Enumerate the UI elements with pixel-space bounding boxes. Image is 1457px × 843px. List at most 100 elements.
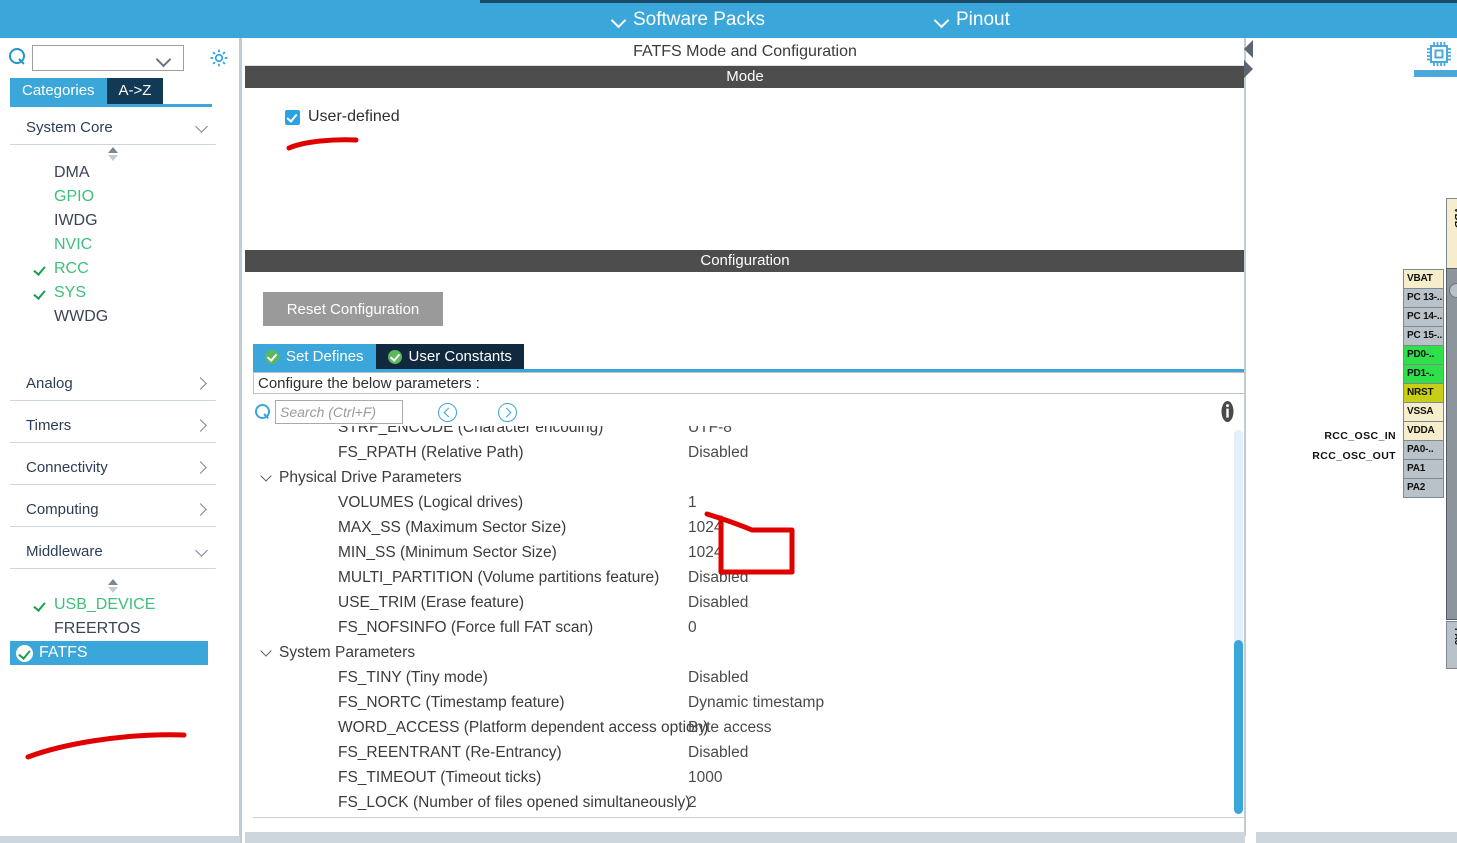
- param-name: FS_RPATH (Relative Path): [338, 443, 524, 461]
- gear-icon[interactable]: [209, 48, 229, 68]
- pin-pa0[interactable]: PA0-..: [1403, 440, 1444, 460]
- category-header-system-core[interactable]: System Core: [10, 111, 216, 145]
- chevron-down-icon: [196, 122, 208, 134]
- chevron-down-icon: [935, 14, 948, 27]
- sidebar-item-fatfs[interactable]: FATFS: [10, 641, 208, 665]
- tab-a-to-z[interactable]: A->Z: [106, 78, 164, 104]
- search-input[interactable]: [275, 400, 403, 424]
- table-row[interactable]: VOLUMES (Logical drives) 1: [253, 490, 1228, 515]
- configuration-section-header: Configuration: [245, 250, 1245, 272]
- check-icon: [34, 599, 49, 611]
- chevron-right-icon: [196, 504, 208, 516]
- table-row[interactable]: WORD_ACCESS (Platform dependent access o…: [253, 715, 1228, 740]
- page-title: FATFS Mode and Configuration: [245, 38, 1245, 66]
- pin-vdd[interactable]: VDD: [1446, 198, 1457, 270]
- table-row[interactable]: FS_RPATH (Relative Path) Disabled: [253, 440, 1228, 465]
- param-value: 1024: [688, 518, 723, 536]
- param-group-system-parameters[interactable]: System Parameters: [253, 640, 1228, 665]
- panel-splitter[interactable]: [1241, 40, 1255, 80]
- pin-nrst[interactable]: NRST: [1403, 383, 1444, 403]
- sidebar-item-nvic[interactable]: NVIC: [10, 233, 216, 257]
- param-name: VOLUMES (Logical drives): [338, 493, 524, 511]
- sidebar-item-gpio[interactable]: GPIO: [10, 185, 216, 209]
- tab-categories[interactable]: Categories: [10, 78, 107, 104]
- sidebar-item-label: FATFS: [39, 644, 88, 661]
- parameter-list: STRF_ENCODE (Character encoding) UTF-8 F…: [253, 426, 1228, 815]
- pin-pc15[interactable]: PC 15-..: [1403, 326, 1444, 346]
- collapse-right-icon[interactable]: [1244, 60, 1253, 78]
- table-row[interactable]: USE_TRIM (Erase feature) Disabled: [253, 590, 1228, 615]
- table-row[interactable]: STRF_ENCODE (Character encoding) UTF-8: [253, 426, 1228, 440]
- pin-vssa[interactable]: VSSA: [1403, 402, 1444, 422]
- table-row[interactable]: FS_REENTRANT (Re-Entrancy) Disabled: [253, 740, 1228, 765]
- sidebar-item-dma[interactable]: DMA: [10, 161, 216, 185]
- search-next-button[interactable]: [498, 403, 517, 422]
- sidebar-search-combo[interactable]: [32, 45, 184, 71]
- chevron-down-icon: [612, 14, 625, 27]
- table-row[interactable]: FS_LOCK (Number of files opened simultan…: [253, 790, 1228, 815]
- user-defined-label: User-defined: [308, 108, 400, 125]
- parameter-search-bar: [253, 398, 1245, 426]
- check-placeholder-icon: [34, 623, 49, 635]
- sidebar-search-row: [0, 40, 240, 74]
- param-group-physical-drive[interactable]: Physical Drive Parameters: [253, 465, 1228, 490]
- collapse-left-icon[interactable]: [1244, 40, 1253, 58]
- table-row[interactable]: FS_NOFSINFO (Force full FAT scan) 0: [253, 615, 1228, 640]
- mode-section-body: User-defined: [245, 88, 1245, 238]
- param-value: 1: [688, 493, 697, 511]
- parameter-list-scrollbar[interactable]: [1234, 430, 1243, 814]
- category-header-analog[interactable]: Analog: [10, 367, 216, 401]
- info-icon[interactable]: [1218, 401, 1237, 422]
- pin-pa1[interactable]: PA1: [1403, 459, 1444, 479]
- sidebar-item-iwdg[interactable]: IWDG: [10, 209, 216, 233]
- category-header-computing[interactable]: Computing: [10, 493, 216, 527]
- user-defined-checkbox-row[interactable]: User-defined: [285, 108, 1245, 126]
- pin-pc13[interactable]: PC 13-..: [1403, 288, 1444, 308]
- category-label: Analog: [26, 375, 73, 392]
- chevron-down-icon: [158, 54, 171, 67]
- menu-pinout[interactable]: Pinout: [935, 7, 1010, 33]
- table-row[interactable]: MIN_SS (Minimum Sector Size) 1024: [253, 540, 1228, 565]
- pin-vdda[interactable]: VDDA: [1403, 421, 1444, 441]
- tab-user-constants[interactable]: User Constants: [375, 344, 524, 369]
- pin-pd0[interactable]: PD0-..: [1403, 345, 1444, 365]
- category-header-middleware[interactable]: Middleware: [10, 535, 216, 569]
- table-row[interactable]: MULTI_PARTITION (Volume partitions featu…: [253, 565, 1228, 590]
- table-row[interactable]: MAX_SS (Maximum Sector Size) 1024: [253, 515, 1228, 540]
- pin-pa3[interactable]: PA3: [1446, 621, 1457, 669]
- sidebar-divider: [239, 38, 242, 843]
- sidebar-item-sys[interactable]: SYS: [10, 281, 216, 305]
- sidebar-item-wwdg[interactable]: WWDG: [10, 305, 216, 329]
- sidebar-item-label: RCC: [54, 260, 89, 277]
- param-name: MAX_SS (Maximum Sector Size): [338, 518, 567, 536]
- configuration-body: Reset Configuration Set Defines User Con…: [245, 272, 1245, 818]
- param-name: FS_NOFSINFO (Force full FAT scan): [338, 618, 594, 636]
- pin-pd1[interactable]: PD1-..: [1403, 364, 1444, 384]
- section-gap: [245, 238, 1245, 250]
- tab-set-defines[interactable]: Set Defines: [253, 344, 376, 369]
- reset-configuration-button[interactable]: Reset Configuration: [263, 292, 443, 326]
- pin-vbat[interactable]: VBAT: [1403, 269, 1444, 289]
- table-row[interactable]: FS_TINY (Tiny mode) Disabled: [253, 665, 1228, 690]
- check-placeholder-icon: [34, 311, 49, 323]
- scroll-spinner-icon[interactable]: [10, 145, 216, 161]
- sidebar-item-rcc[interactable]: RCC: [10, 257, 216, 281]
- sidebar-item-usb-device[interactable]: USB_DEVICE: [10, 593, 216, 617]
- category-header-timers[interactable]: Timers: [10, 409, 216, 443]
- sidebar-item-freertos[interactable]: FREERTOS: [10, 617, 216, 641]
- sidebar-tabs-underline: [10, 104, 212, 107]
- param-name: FS_LOCK (Number of files opened simultan…: [338, 793, 691, 811]
- scrollbar-thumb[interactable]: [1234, 640, 1243, 814]
- sidebar-item-label: SYS: [54, 284, 87, 301]
- stm32cubemx-window: Software Packs Pinout Categories A->Z Sy…: [0, 0, 1457, 843]
- pin-pa2[interactable]: PA2: [1403, 478, 1444, 498]
- category-header-connectivity[interactable]: Connectivity: [10, 451, 216, 485]
- table-row[interactable]: FS_NORTC (Timestamp feature) Dynamic tim…: [253, 690, 1228, 715]
- table-row[interactable]: FS_TIMEOUT (Timeout ticks) 1000: [253, 765, 1228, 790]
- scroll-spinner-icon[interactable]: [10, 577, 216, 593]
- checkbox-icon[interactable]: [285, 109, 300, 125]
- pin-pc14[interactable]: PC 14-..: [1403, 307, 1444, 327]
- search-prev-button[interactable]: [438, 403, 457, 422]
- category-label: System Core: [26, 119, 113, 136]
- menu-software-packs[interactable]: Software Packs: [612, 7, 765, 33]
